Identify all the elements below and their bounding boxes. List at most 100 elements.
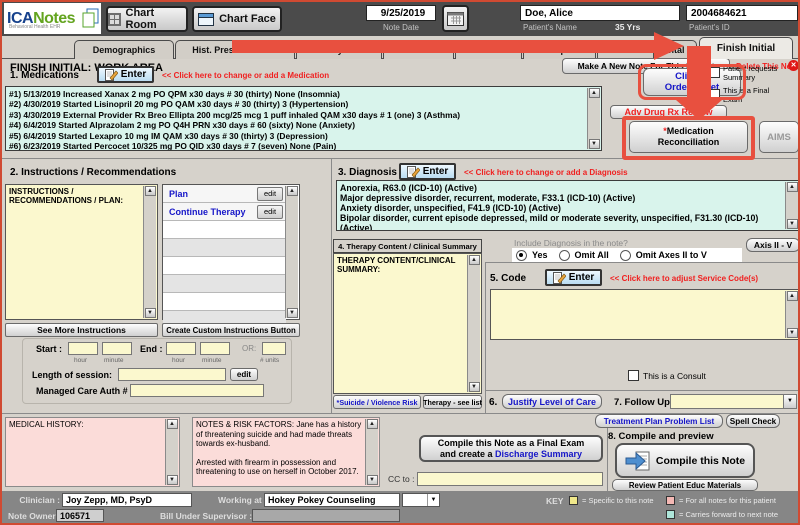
diagnosis-item[interactable]: Anorexia, R63.0 (ICD-10) (Active) <box>340 183 783 193</box>
medications-list[interactable]: #1) 5/13/2019 Increased Xanax 2 mg PO QP… <box>5 86 602 151</box>
diagnosis-item[interactable]: Major depressive disorder, recurrent, mo… <box>340 193 783 203</box>
tab-past-psych-hist[interactable]: Past Psych Hist <box>296 40 382 59</box>
diagnosis-item[interactable]: Anxiety disorder, unspecified, F41.9 (IC… <box>340 203 783 213</box>
patient-name-field[interactable]: Doe, Alice <box>520 5 680 21</box>
follow-up-dropdown[interactable]: ▼ <box>670 394 797 409</box>
axis-ii-v-button[interactable]: Axis II - V <box>746 238 800 252</box>
instruction-row-continue-therapy[interactable]: Continue Therapy edit <box>163 203 286 221</box>
tab-develop-hist[interactable]: Develop. Hist <box>523 40 596 59</box>
therapy-scrollbar[interactable]: ▲ ▼ <box>467 255 480 392</box>
bill-under-supervisor-field[interactable] <box>252 509 400 522</box>
diagnosis-enter-button[interactable]: Enter <box>399 163 456 180</box>
calendar-button[interactable] <box>442 5 469 32</box>
patient-requests-summary-checkbox[interactable] <box>709 67 720 78</box>
dropdown-arrow-icon[interactable]: ▼ <box>783 395 796 408</box>
notes-risk-scrollbar[interactable]: ▲ ▼ <box>365 419 378 485</box>
radio-omit-axes-label[interactable]: Omit Axes II to V <box>636 250 707 260</box>
therapy-see-list-button[interactable]: Therapy - see list <box>423 395 482 409</box>
scroll-down-icon[interactable]: ▼ <box>367 475 378 485</box>
radio-omit-all[interactable] <box>559 250 570 261</box>
scroll-down-icon[interactable]: ▼ <box>787 219 798 229</box>
scroll-up-icon[interactable]: ▲ <box>589 88 600 98</box>
scroll-down-icon[interactable]: ▼ <box>589 139 600 149</box>
instructions-textarea[interactable]: INSTRUCTIONS / RECOMMENDATIONS / PLAN: ▲… <box>5 184 158 320</box>
create-custom-instructions-button[interactable]: Create Custom Instructions Button <box>162 323 300 337</box>
managed-care-field[interactable] <box>130 384 264 397</box>
delete-note-icon[interactable]: ✕ <box>788 60 799 71</box>
cc-to-field[interactable] <box>417 472 603 486</box>
instructions-scrollbar[interactable]: ▲ ▼ <box>143 186 156 318</box>
therapy-textarea[interactable]: THERAPY CONTENT/CLINICAL SUMMARY: ▲ ▼ <box>333 253 482 394</box>
start-hour-field[interactable] <box>68 342 98 355</box>
medications-enter-button[interactable]: Enter <box>97 66 154 83</box>
medical-history-textarea[interactable]: MEDICAL HISTORY: ▲ ▼ <box>5 417 180 487</box>
final-exam-checkbox[interactable] <box>709 89 720 100</box>
length-edit-button[interactable]: edit <box>230 368 258 381</box>
treatment-plan-problem-list-button[interactable]: Treatment Plan Problem List <box>595 414 723 428</box>
tab-fam-mh-hist[interactable]: Fam MH Hist <box>597 40 654 59</box>
aims-button[interactable]: AIMS <box>759 121 799 153</box>
scroll-up-icon[interactable]: ▲ <box>167 419 178 429</box>
compile-this-note-button[interactable]: Compile this Note <box>615 443 755 478</box>
see-more-instructions-button[interactable]: See More Instructions <box>5 323 158 337</box>
working-at-field[interactable]: Hokey Pokey Counseling <box>264 493 400 507</box>
scroll-up-icon[interactable]: ▲ <box>787 182 798 192</box>
review-patient-educ-button[interactable]: Review Patient Educ Materials <box>612 479 758 491</box>
code-scrollbar[interactable]: ▲ ▼ <box>785 291 798 338</box>
instruction-row-empty[interactable] <box>163 257 286 275</box>
tab-finish-initial[interactable]: Finish Initial <box>699 37 793 59</box>
adv-drug-rx-review-button[interactable]: Adv Drug Rx Review <box>610 105 727 119</box>
instruction-row-empty[interactable] <box>163 275 286 293</box>
cc-dropdown[interactable]: ▼ <box>402 493 440 507</box>
justify-level-of-care-button[interactable]: Justify Level of Care <box>502 394 602 409</box>
medication-item[interactable]: #5) 6/4/2019 Started Lexapro 10 mg IM QA… <box>9 131 585 141</box>
radio-yes-label[interactable]: Yes <box>532 250 548 260</box>
medical-history-scrollbar[interactable]: ▲ ▼ <box>165 419 178 485</box>
tab-hist-present-illness[interactable]: Hist. Present Illness <box>175 40 295 59</box>
instruction-row-plan[interactable]: Plan edit <box>163 185 286 203</box>
consult-checkbox[interactable] <box>628 370 639 381</box>
chart-room-button[interactable]: Chart Room <box>106 6 188 32</box>
scroll-up-icon[interactable]: ▲ <box>469 255 480 265</box>
scroll-up-icon[interactable]: ▲ <box>287 186 298 196</box>
tab-demographics[interactable]: Demographics <box>74 40 174 59</box>
code-textarea[interactable]: ▲ ▼ <box>490 289 800 340</box>
end-hour-field[interactable] <box>166 342 196 355</box>
scroll-down-icon[interactable]: ▼ <box>167 475 178 485</box>
spell-check-button[interactable]: Spell Check <box>726 414 780 428</box>
scroll-down-icon[interactable]: ▼ <box>787 328 798 338</box>
notes-risk-factors-textarea[interactable]: NOTES & RISK FACTORS: Jane has a history… <box>192 417 380 487</box>
instruction-row-empty[interactable] <box>163 239 286 257</box>
instructions-list-scrollbar[interactable]: ▲ ▼ <box>285 186 298 318</box>
instruction-label[interactable]: Continue Therapy <box>169 207 246 217</box>
diagnosis-list[interactable]: Anorexia, R63.0 (ICD-10) (Active) Major … <box>336 180 800 231</box>
scroll-up-icon[interactable]: ▲ <box>145 186 156 196</box>
scroll-up-icon[interactable]: ▲ <box>787 291 798 301</box>
radio-yes[interactable] <box>516 250 527 261</box>
instruction-row-empty[interactable] <box>163 293 286 311</box>
patient-id-field[interactable]: 2004684621 <box>686 5 798 21</box>
suicide-violence-risk-button[interactable]: *Suicide / Violence Risk <box>333 395 421 409</box>
diagnosis-scrollbar[interactable]: ▲ ▼ <box>785 182 798 229</box>
radio-omit-axes[interactable] <box>620 250 631 261</box>
medication-item[interactable]: #4) 6/4/2019 Started Alprazolam 2 mg PO … <box>9 120 585 130</box>
scroll-down-icon[interactable]: ▼ <box>145 308 156 318</box>
medication-item[interactable]: #3) 4/30/2019 External Provider Rx Breo … <box>9 110 585 120</box>
scroll-down-icon[interactable]: ▼ <box>287 308 298 318</box>
edit-button[interactable]: edit <box>257 205 283 219</box>
scroll-down-icon[interactable]: ▼ <box>469 382 480 392</box>
medication-item[interactable]: #2) 4/30/2019 Started Lisinopril 20 mg P… <box>9 99 585 109</box>
tab-social-hist[interactable]: Social Hist <box>455 40 522 59</box>
end-minute-field[interactable] <box>200 342 230 355</box>
instruction-label[interactable]: Plan <box>169 189 188 199</box>
length-of-session-field[interactable] <box>118 368 226 381</box>
medication-item[interactable]: #6) 6/23/2019 Started Percocet 10/325 mg… <box>9 141 585 151</box>
chart-face-button[interactable]: Chart Face <box>192 6 282 32</box>
diagnosis-item[interactable]: Bipolar disorder, current episode depres… <box>340 213 783 231</box>
scroll-up-icon[interactable]: ▲ <box>367 419 378 429</box>
clinician-field[interactable]: Joy Zepp, MD, PsyD <box>62 493 192 507</box>
instruction-row-empty[interactable] <box>163 221 286 239</box>
medication-item[interactable]: #1) 5/13/2019 Increased Xanax 2 mg PO QP… <box>9 89 585 99</box>
note-date-field[interactable]: 9/25/2019 <box>366 5 436 21</box>
medications-scrollbar[interactable]: ▲ ▼ <box>587 88 600 149</box>
